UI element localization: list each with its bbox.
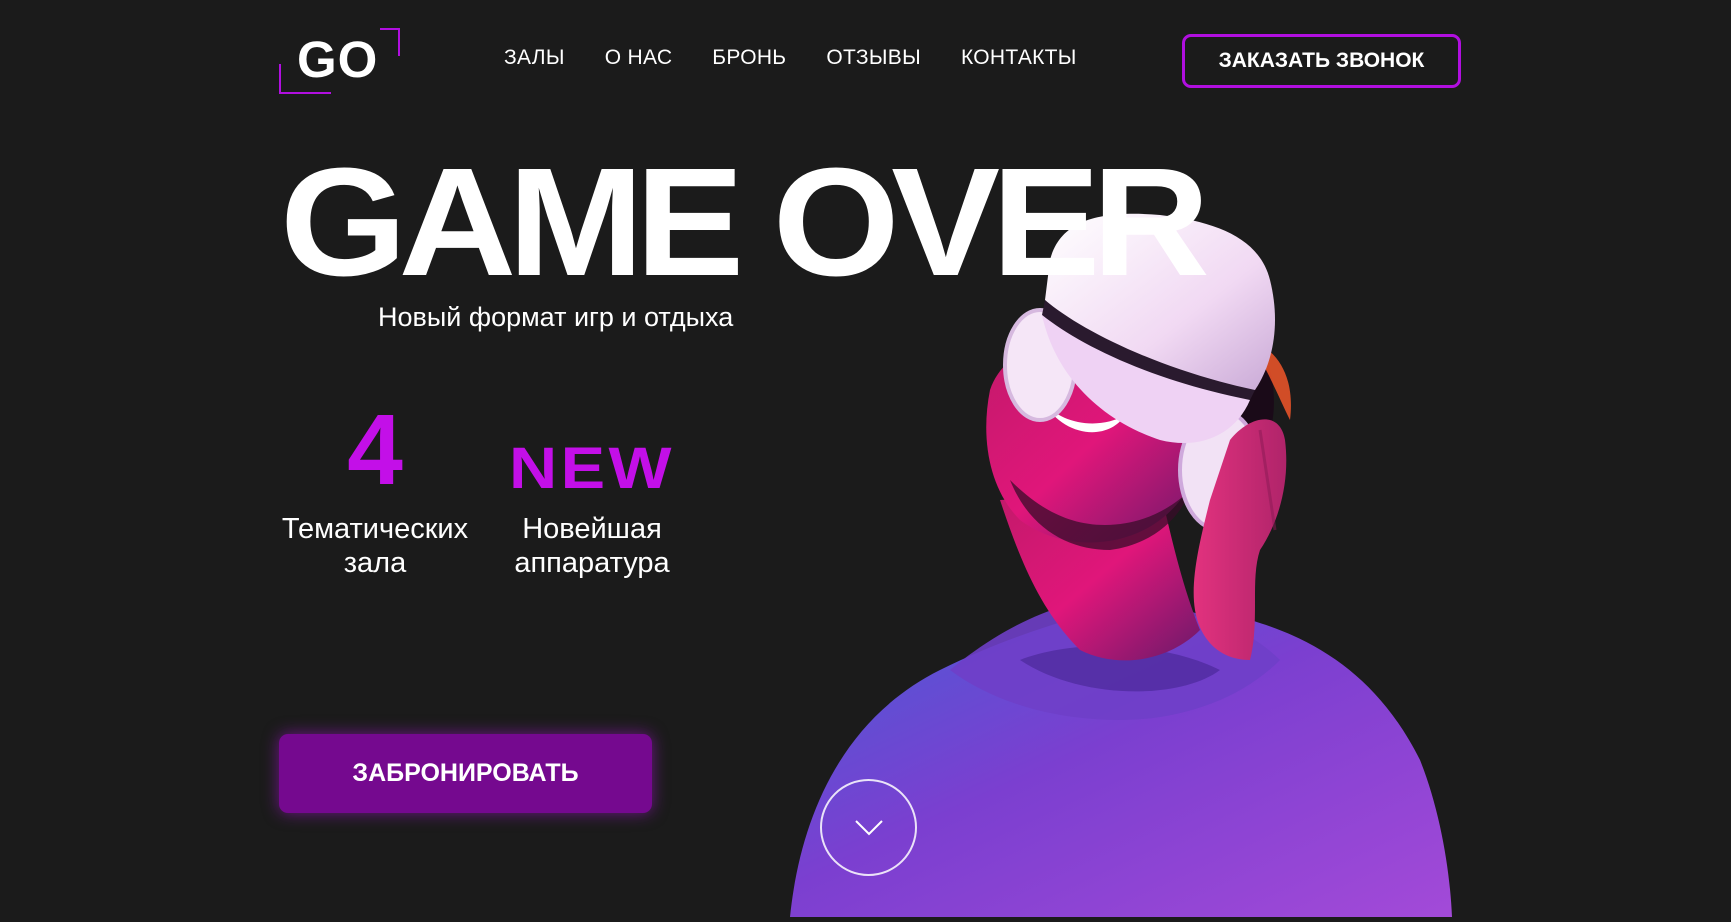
chevron-down-icon bbox=[854, 819, 883, 835]
stat-equipment-label: Новейшая аппаратура bbox=[514, 513, 670, 579]
stat-halls: 4 Тематических зала bbox=[270, 400, 480, 580]
nav-item-about[interactable]: О НАС bbox=[605, 46, 673, 70]
stat-equipment-value: NEW bbox=[509, 436, 675, 501]
main-nav: ЗАЛЫ О НАС БРОНЬ ОТЗЫВЫ КОНТАКТЫ bbox=[504, 46, 1077, 70]
stat-halls-value: 4 bbox=[347, 394, 403, 506]
nav-item-reviews[interactable]: ОТЗЫВЫ bbox=[826, 46, 921, 70]
stat-equipment: NEW Новейшая аппаратура bbox=[487, 400, 697, 580]
scroll-down-button[interactable] bbox=[820, 779, 917, 876]
stat-halls-label: Тематических зала bbox=[281, 513, 469, 579]
nav-item-contacts[interactable]: КОНТАКТЫ bbox=[961, 46, 1077, 70]
hero-subtitle: Новый формат игр и отдыха bbox=[378, 302, 734, 332]
book-button[interactable]: ЗАБРОНИРОВАТЬ bbox=[279, 734, 652, 813]
nav-item-booking[interactable]: БРОНЬ bbox=[712, 46, 786, 70]
hero-title: GAME OVER bbox=[280, 136, 1210, 308]
nav-item-halls[interactable]: ЗАЛЫ bbox=[504, 46, 565, 70]
order-call-button[interactable]: ЗАКАЗАТЬ ЗВОНОК bbox=[1182, 34, 1461, 88]
logo-corner-top-right bbox=[380, 28, 400, 56]
logo-text: GO bbox=[297, 31, 379, 88]
logo[interactable]: GO bbox=[279, 28, 400, 94]
